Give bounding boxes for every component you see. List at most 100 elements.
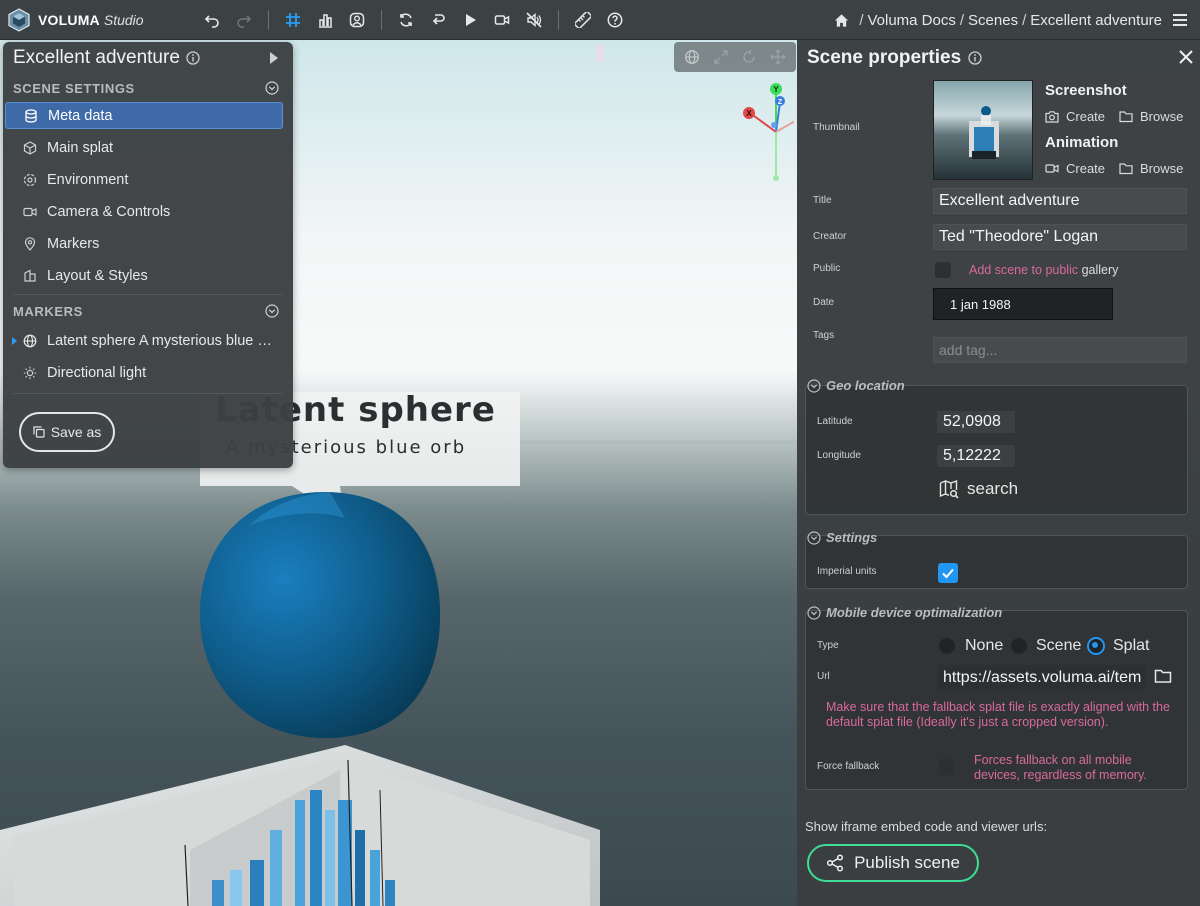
refresh-button[interactable] <box>390 4 422 36</box>
scene-thumbnail[interactable] <box>933 80 1033 180</box>
date-input[interactable]: 1 jan 1988 <box>933 288 1113 320</box>
menu-icon[interactable] <box>1168 8 1192 32</box>
publish-scene-button[interactable]: Publish scene <box>807 844 979 882</box>
nav-item-environment[interactable]: Environment <box>3 164 293 196</box>
tags-input[interactable]: add tag... <box>933 337 1187 363</box>
help-button[interactable] <box>599 4 631 36</box>
nav-item-meta-data[interactable]: Meta data <box>5 102 283 129</box>
animation-create-button[interactable]: Create <box>1045 161 1105 176</box>
creator-input[interactable]: Ted "Theodore" Logan <box>933 224 1187 250</box>
chevron-down-icon <box>807 530 821 545</box>
animation-browse-button[interactable]: Browse <box>1119 161 1183 176</box>
close-icon[interactable] <box>1178 49 1194 65</box>
camera-icon <box>1045 111 1059 123</box>
latitude-input[interactable]: 52,0908 <box>937 411 1015 433</box>
expand-icon[interactable] <box>713 49 729 65</box>
folder-icon[interactable] <box>1154 668 1172 684</box>
mute-icon <box>526 11 542 28</box>
thumbnail-label: Thumbnail <box>813 122 860 133</box>
checkmark-icon <box>942 568 954 579</box>
force-fallback-checkbox[interactable] <box>939 759 955 775</box>
breadcrumb-item-docs[interactable]: Voluma Docs <box>867 12 955 29</box>
rotate-button[interactable] <box>422 4 454 36</box>
animation-title: Animation <box>1045 134 1119 151</box>
type-option-none[interactable]: None <box>965 637 1003 655</box>
globe-icon <box>23 334 37 348</box>
markers-header[interactable]: MARKERS <box>3 297 293 325</box>
save-as-button[interactable]: Save as <box>19 412 115 452</box>
breadcrumb-item-scenes[interactable]: Scenes <box>968 12 1018 29</box>
redo-button[interactable] <box>228 4 260 36</box>
embed-text: Show iframe embed code and viewer urls: <box>805 819 1048 834</box>
expand-arrow-icon[interactable] <box>12 337 17 345</box>
screenshot-create-button[interactable]: Create <box>1045 109 1105 124</box>
type-radio-splat[interactable] <box>1087 637 1105 655</box>
nav-item-main-splat[interactable]: Main splat <box>3 132 293 164</box>
axis-gizmo[interactable]: Y Z X <box>740 82 794 186</box>
undo-button[interactable] <box>196 4 228 36</box>
brand[interactable]: VOLUMA Studio <box>0 7 190 32</box>
cube-icon <box>23 141 37 155</box>
move-icon[interactable] <box>770 49 786 65</box>
ruler-icon <box>575 11 591 28</box>
toolbar-divider <box>558 9 559 30</box>
url-input[interactable]: https://assets.voluma.ai/tem <box>937 665 1145 691</box>
public-checkbox[interactable] <box>935 262 951 278</box>
panel-title: Excellent adventure <box>3 42 293 74</box>
refresh-icon <box>400 12 412 27</box>
chart-button[interactable] <box>309 4 341 36</box>
type-radio-none[interactable] <box>939 638 955 654</box>
nav-item-layout-styles[interactable]: Layout & Styles <box>3 260 293 292</box>
collapse-panel-icon[interactable] <box>269 51 279 65</box>
home-icon[interactable] <box>834 13 849 28</box>
nav-item-markers[interactable]: Markers <box>3 228 293 260</box>
scene-title: Excellent adventure <box>13 47 180 68</box>
type-option-scene[interactable]: Scene <box>1036 637 1081 655</box>
geo-search-button[interactable]: search <box>939 479 1018 499</box>
grid-button[interactable] <box>277 4 309 36</box>
gizmo-y: Y <box>773 85 779 94</box>
url-warning: Make sure that the fallback splat file i… <box>826 700 1170 729</box>
brand-name: VOLUMA <box>38 11 100 28</box>
chevron-down-icon[interactable] <box>265 304 279 318</box>
video-button[interactable] <box>486 4 518 36</box>
mobile-optimization-header[interactable]: Mobile device optimalization <box>807 605 1002 620</box>
longitude-input[interactable]: 5,12222 <box>937 445 1015 467</box>
orbit-icon[interactable] <box>741 49 757 65</box>
nav-item-camera-controls[interactable]: Camera & Controls <box>3 196 293 228</box>
map-pin-icon <box>24 237 36 251</box>
ruler-button[interactable] <box>567 4 599 36</box>
user-button[interactable] <box>341 4 373 36</box>
voluma-logo-icon <box>8 7 30 32</box>
type-radio-scene[interactable] <box>1011 638 1027 654</box>
grid-icon <box>286 12 300 27</box>
video-icon <box>1045 164 1059 173</box>
viewport-toolbar <box>674 42 796 72</box>
geo-location-header[interactable]: Geo location <box>807 378 905 393</box>
camera-icon <box>23 207 37 217</box>
mute-button[interactable] <box>518 4 550 36</box>
type-option-splat[interactable]: Splat <box>1113 637 1149 655</box>
info-icon[interactable] <box>968 51 982 65</box>
info-icon[interactable] <box>186 51 200 65</box>
play-button[interactable] <box>454 4 486 36</box>
scene-settings-header[interactable]: SCENE SETTINGS <box>3 74 293 102</box>
chart-icon <box>319 13 332 28</box>
chevron-down-icon[interactable] <box>265 81 279 95</box>
marker-item-latent-sphere[interactable]: Latent sphere A mysterious blue orb <box>3 325 293 357</box>
settings-header[interactable]: Settings <box>807 530 877 545</box>
tags-label: Tags <box>813 330 835 341</box>
breadcrumb-item-current[interactable]: Excellent adventure <box>1030 12 1162 29</box>
toolbar-divider <box>381 9 382 30</box>
globe-icon[interactable] <box>684 49 700 65</box>
imperial-units-checkbox[interactable] <box>938 563 958 583</box>
public-gallery-link[interactable]: Add scene to public <box>969 263 1078 277</box>
map-search-icon <box>939 480 959 499</box>
chevron-down-icon <box>807 605 821 620</box>
marker-item-directional-light[interactable]: Directional light <box>3 357 293 389</box>
scene-properties-panel: Scene properties Thumbnail Screenshot Cr… <box>797 40 1200 906</box>
title-input[interactable]: Excellent adventure <box>933 188 1187 214</box>
screenshot-browse-button[interactable]: Browse <box>1119 109 1183 124</box>
gizmo-x: X <box>746 109 752 118</box>
folder-icon <box>1119 111 1133 123</box>
